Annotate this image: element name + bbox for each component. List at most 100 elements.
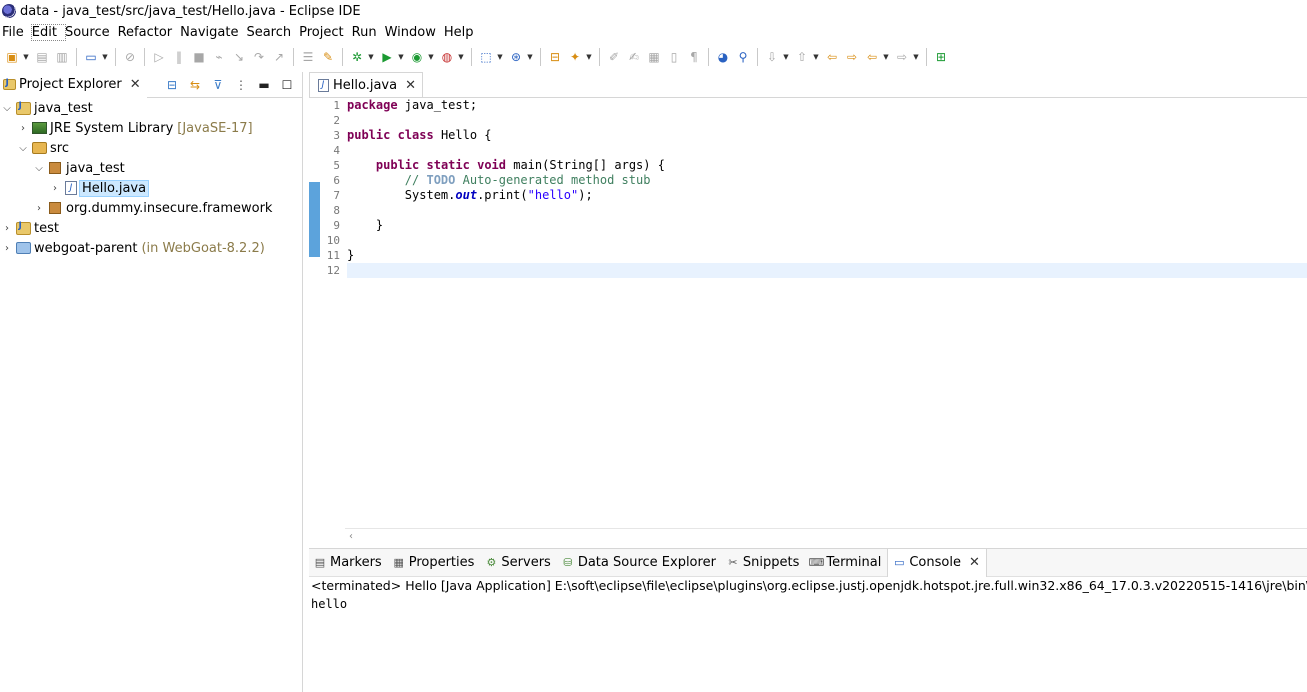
terminal-open-icon[interactable]: ▭ [82, 48, 100, 66]
run-dropdown-icon[interactable]: ▼ [397, 48, 405, 66]
horizontal-scrollbar[interactable]: ‹ [345, 528, 1307, 544]
previous-annotation-dropdown-icon[interactable]: ▼ [812, 48, 820, 66]
save-all-icon[interactable]: ▥ [53, 48, 71, 66]
new-java-class-dropdown-icon[interactable]: ▼ [526, 48, 534, 66]
menu-help[interactable]: Help [444, 25, 482, 40]
close-icon[interactable]: ✕ [130, 77, 141, 92]
search-icon[interactable]: ⚲ [734, 48, 752, 66]
scroll-left-icon[interactable]: ‹ [349, 531, 353, 542]
menu-navigate[interactable]: Navigate [180, 25, 246, 40]
new-java-project-dropdown-icon[interactable]: ▼ [496, 48, 504, 66]
filter-icon[interactable]: ⊽ [209, 76, 227, 94]
tree-item[interactable]: › webgoat-parent (in WebGoat-8.2.2) [0, 238, 302, 258]
back-dropdown-icon[interactable]: ▼ [882, 48, 890, 66]
step-into-icon[interactable]: ↘ [230, 48, 248, 66]
terminal-dropdown-icon[interactable]: ▼ [101, 48, 109, 66]
toggle-word-wrap-icon[interactable]: ▦ [645, 48, 663, 66]
toggle-block-icon[interactable]: ☰ [299, 48, 317, 66]
tab-project-explorer[interactable]: Project Explorer ✕ [0, 71, 147, 98]
chevron-right-icon[interactable]: › [1, 223, 13, 234]
terminate-icon[interactable]: ■ [190, 48, 208, 66]
menu-source[interactable]: Source [65, 25, 118, 40]
close-icon[interactable]: ✕ [405, 78, 416, 93]
code-line: System.out.print("hello"); [404, 188, 593, 202]
toggle-annotation-icon[interactable]: ✐ [605, 48, 623, 66]
block-selection-icon[interactable]: ▯ [665, 48, 683, 66]
link-with-editor-icon[interactable]: ⇆ [186, 76, 204, 94]
menu-run[interactable]: Run [352, 25, 385, 40]
open-task-icon[interactable]: ✦ [566, 48, 584, 66]
tree-item[interactable]: ⌵ src [0, 138, 302, 158]
web-browser-icon[interactable]: ◕ [714, 48, 732, 66]
resume-icon[interactable]: ▷ [150, 48, 168, 66]
skip-breakpoints-icon[interactable]: ⊘ [121, 48, 139, 66]
new-wizard-icon[interactable]: ▣ [3, 48, 21, 66]
console-output[interactable]: hello [309, 595, 1307, 613]
chevron-right-icon[interactable]: › [49, 183, 61, 194]
tab-markers[interactable]: ▤ Markers [309, 549, 388, 577]
chevron-down-icon[interactable]: ⌵ [17, 143, 29, 154]
new-java-class-icon[interactable]: ⊛ [507, 48, 525, 66]
external-tools-icon[interactable]: ◍ [438, 48, 456, 66]
tree-item[interactable]: › org.dummy.insecure.framework [0, 198, 302, 218]
tab-terminal[interactable]: ⌨ Terminal [805, 549, 887, 577]
show-whitespace-icon[interactable]: ¶ [685, 48, 703, 66]
menu-project[interactable]: Project [299, 25, 351, 40]
view-menu-icon[interactable]: ⋮ [232, 76, 250, 94]
chevron-down-icon[interactable]: ⌵ [33, 163, 45, 174]
tab-properties[interactable]: ▦ Properties [388, 549, 481, 577]
forward-edit-icon[interactable]: ⇨ [843, 48, 861, 66]
next-annotation-dropdown-icon[interactable]: ▼ [782, 48, 790, 66]
chevron-right-icon[interactable]: › [17, 123, 29, 134]
collapse-all-icon[interactable]: ⊟ [163, 76, 181, 94]
menu-edit[interactable]: Edit [30, 24, 66, 41]
chevron-right-icon[interactable]: › [33, 203, 45, 214]
run-icon[interactable]: ▶ [378, 48, 396, 66]
chevron-down-icon[interactable]: ⌵ [1, 103, 13, 114]
menu-window[interactable]: Window [385, 25, 444, 40]
debug-dropdown-icon[interactable]: ▼ [367, 48, 375, 66]
maximize-icon[interactable]: ☐ [278, 76, 296, 94]
tab-hello-java[interactable]: J Hello.java ✕ [309, 72, 423, 97]
tab-snippets[interactable]: ✂ Snippets [722, 549, 805, 577]
open-task-dropdown-icon[interactable]: ▼ [585, 48, 593, 66]
open-type-icon[interactable]: ⊟ [546, 48, 564, 66]
step-return-icon[interactable]: ↗ [270, 48, 288, 66]
toggle-mark-occurrences-icon[interactable]: ✍ [625, 48, 643, 66]
menu-search[interactable]: Search [246, 25, 299, 40]
tree-item[interactable]: › JRE System Library [JavaSE-17] [0, 118, 302, 138]
previous-annotation-icon[interactable]: ⇧ [793, 48, 811, 66]
tree-item[interactable]: › test [0, 218, 302, 238]
last-edit-location-icon[interactable]: ⇦ [823, 48, 841, 66]
back-icon[interactable]: ⇦ [863, 48, 881, 66]
tree-item[interactable]: ⌵ java_test [0, 158, 302, 178]
tree-item[interactable]: › J Hello.java [0, 178, 302, 198]
new-java-project-icon[interactable]: ⬚ [477, 48, 495, 66]
menu-file[interactable]: File [0, 25, 32, 40]
tab-data-source-explorer[interactable]: ⛁ Data Source Explorer [557, 549, 722, 577]
forward-icon[interactable]: ⇨ [893, 48, 911, 66]
debug-icon[interactable]: ✲ [348, 48, 366, 66]
new-dropdown-icon[interactable]: ▼ [22, 48, 30, 66]
step-over-icon[interactable]: ↷ [250, 48, 268, 66]
suspend-icon[interactable]: ‖ [170, 48, 188, 66]
chevron-right-icon[interactable]: › [1, 243, 13, 254]
code-editor[interactable]: package java_test; public class Hello { … [347, 98, 1307, 278]
minimize-icon[interactable]: ▬ [255, 76, 273, 94]
tab-label: Data Source Explorer [577, 555, 716, 570]
source-folder-icon [31, 140, 47, 156]
coverage-dropdown-icon[interactable]: ▼ [427, 48, 435, 66]
next-annotation-icon[interactable]: ⇩ [763, 48, 781, 66]
tab-servers[interactable]: ⚙ Servers [480, 549, 556, 577]
menu-refactor[interactable]: Refactor [118, 25, 181, 40]
external-tools-dropdown-icon[interactable]: ▼ [457, 48, 465, 66]
coverage-icon[interactable]: ◉ [408, 48, 426, 66]
disconnect-icon[interactable]: ⌁ [210, 48, 228, 66]
build-icon[interactable]: ✎ [319, 48, 337, 66]
tree-item[interactable]: ⌵ java_test [0, 98, 302, 118]
tab-console[interactable]: ▭ Console ✕ [887, 548, 987, 577]
open-perspective-icon[interactable]: ⊞ [932, 48, 950, 66]
save-icon[interactable]: ▤ [33, 48, 51, 66]
close-icon[interactable]: ✕ [969, 555, 980, 570]
forward-dropdown-icon[interactable]: ▼ [912, 48, 920, 66]
